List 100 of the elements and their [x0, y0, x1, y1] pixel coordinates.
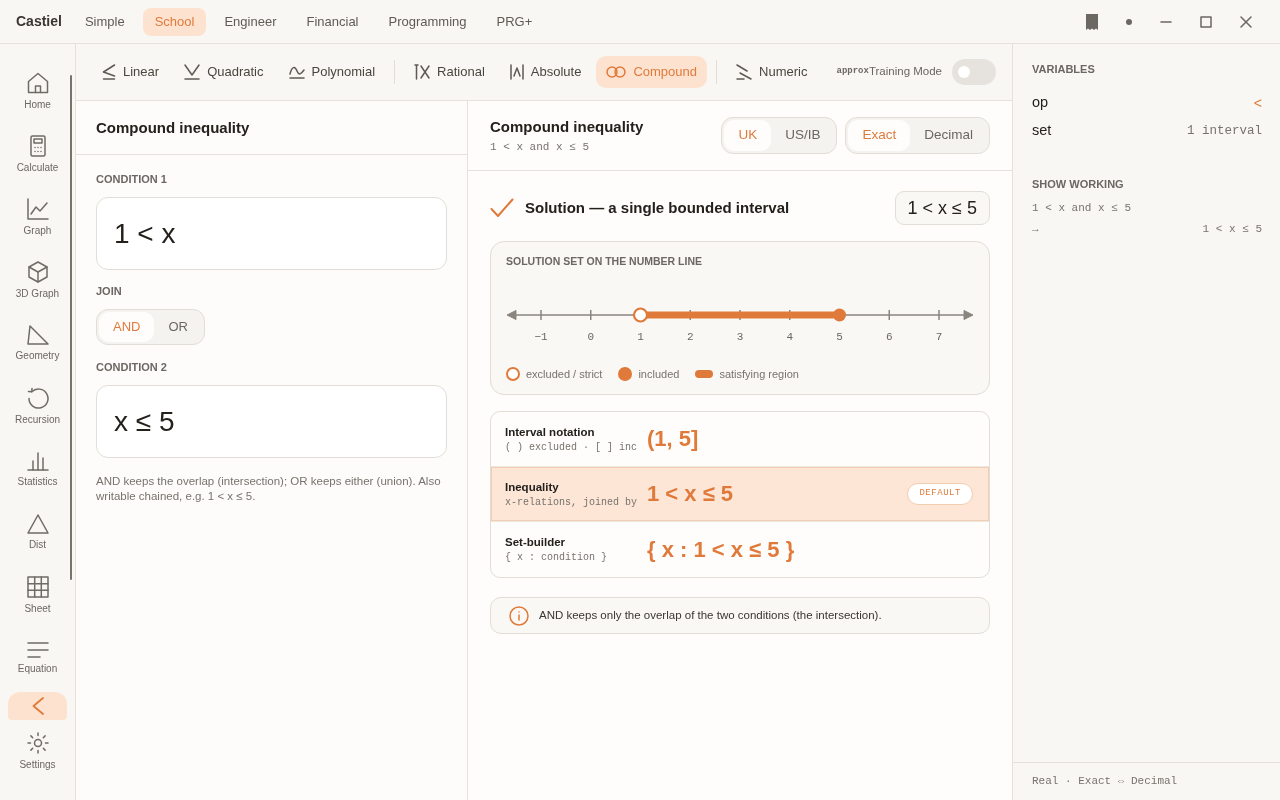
sidebar-item[interactable]: Geometry — [0, 312, 75, 375]
status-bar: Real · Exact ⇔ Decimal — [1013, 762, 1280, 800]
variable-value: 1 interval — [1187, 122, 1262, 140]
triangle-icon — [26, 514, 49, 534]
right-triangle-icon — [26, 325, 49, 345]
notation-hint: ( ) excluded · [ ] inc — [505, 440, 639, 454]
sidebar-item[interactable]: Statistics — [0, 438, 75, 501]
line-chart-icon — [26, 198, 49, 220]
bar-chart-icon — [26, 451, 49, 471]
notation-hint: x-relations, joined by — [505, 495, 639, 509]
variable-value: < — [1253, 93, 1262, 113]
rings-icon — [606, 66, 627, 78]
notation-hint: { x : condition } — [505, 551, 609, 564]
help-text: AND keeps the overlap (intersection); OR keeps either (union). Also writable chained, e.g. 1 < x ≤ 5. — [96, 474, 442, 503]
tool-tab[interactable]: Rational — [404, 56, 495, 88]
working-result: 1 < x ≤ 5 — [1202, 222, 1262, 238]
field-label: JOIN — [96, 285, 123, 297]
panel-title: Compound inequality — [490, 117, 644, 136]
default-tag: DEFAULT — [907, 483, 973, 505]
settings-icon — [26, 732, 49, 754]
sidebar-item[interactable]: Dist — [0, 501, 75, 564]
sidebar-item[interactable]: Home — [0, 60, 75, 123]
bar-swatch-icon — [695, 370, 714, 378]
segment-option[interactable]: Decimal — [910, 120, 987, 151]
segment-option[interactable]: US/IB — [771, 120, 835, 151]
tool-tab[interactable]: Numeric — [726, 56, 818, 88]
collapse-button[interactable] — [8, 692, 67, 720]
slanted-lines-icon — [736, 64, 752, 80]
notation-name: Interval notation — [505, 424, 596, 439]
receipt-icon[interactable] — [1086, 13, 1098, 30]
tick-label: 4 — [786, 331, 794, 343]
minimize-icon[interactable] — [1160, 20, 1172, 23]
notation-name: Set-builder — [505, 535, 567, 549]
notation-value: 1 < x ≤ 5 — [647, 481, 734, 507]
training-mode-toggle[interactable] — [952, 59, 996, 85]
calculator-icon — [29, 135, 46, 157]
segment-option[interactable]: AND — [99, 312, 155, 342]
solution-label: Solution — a single bounded interval — [525, 197, 790, 218]
tick-label: 1 — [637, 331, 644, 343]
tool-tab[interactable]: Quadratic — [174, 56, 274, 88]
wave-icon — [288, 65, 305, 79]
approx-tag: approx — [836, 65, 869, 79]
tool-tab[interactable]: Absolute — [499, 56, 592, 88]
angle-icon — [102, 64, 116, 80]
scrollbar-thumb[interactable] — [70, 75, 72, 580]
bars-caret-icon — [509, 64, 524, 80]
sidebar-item[interactable]: Graph — [0, 186, 75, 249]
mode-tab[interactable]: Financial — [294, 7, 371, 36]
mode-tab[interactable]: PRG+ — [484, 7, 545, 36]
v-shape-icon — [184, 64, 201, 80]
panel-title: Compound inequality — [96, 118, 250, 137]
solution-value: 1 < x ≤ 5 — [894, 191, 990, 225]
close-icon[interactable] — [1240, 15, 1252, 28]
tick-label: 5 — [836, 331, 843, 343]
chevron-left-icon — [31, 697, 44, 715]
sidebar-item[interactable]: Calculate — [0, 123, 75, 186]
sidebar-item[interactable]: Recursion — [0, 375, 75, 438]
circular-arrow-icon — [26, 387, 49, 409]
variable-name: set — [1032, 121, 1052, 141]
mode-tab[interactable]: Simple — [72, 7, 137, 36]
notation-value: (1, 5] — [647, 426, 699, 452]
filled-circle-icon — [618, 367, 633, 381]
segment-option[interactable]: UK — [724, 120, 772, 151]
home-icon — [26, 72, 49, 94]
tick-label: 0 — [587, 331, 595, 343]
lines-icon — [26, 642, 49, 658]
sidebar-item[interactable]: Sheet — [0, 564, 75, 627]
grid-icon — [26, 576, 49, 598]
sidebar-item[interactable]: Settings — [0, 720, 75, 783]
field-label: CONDITION 2 — [96, 361, 168, 373]
result-arrow: → — [1032, 222, 1039, 238]
check-icon — [490, 198, 514, 218]
field-label: CONDITION 1 — [96, 173, 168, 185]
training-mode-label: Training Mode — [868, 64, 942, 80]
legend-label: satisfying region — [719, 366, 799, 382]
cube-icon — [27, 261, 48, 283]
condition-input[interactable]: 1 < x — [96, 197, 447, 270]
notation-option[interactable]: Set-builder { x : condition } { x : 1 < x ≤ 5 } — [491, 522, 989, 577]
tool-tab[interactable]: Polynomial — [278, 56, 386, 88]
tool-tab[interactable]: Linear — [92, 56, 170, 88]
mode-tab[interactable]: Engineer — [212, 7, 289, 36]
segment-option[interactable]: Exact — [848, 120, 911, 151]
tick-label: 6 — [885, 331, 893, 343]
note-text: AND keeps only the overlap of the two conditions (the intersection). — [539, 607, 882, 623]
tick-label: 3 — [736, 331, 744, 343]
card-title: SOLUTION SET ON THE NUMBER LINE — [506, 255, 703, 267]
sidebar-item[interactable]: Equation — [0, 627, 75, 690]
sidebar-item[interactable]: 3D Graph — [0, 249, 75, 312]
mode-tab[interactable]: Programming — [376, 7, 479, 36]
condition-input[interactable]: x ≤ 5 — [96, 385, 447, 458]
notation-value: { x : 1 < x ≤ 5 } — [647, 536, 795, 563]
legend-label: included — [638, 366, 680, 382]
info-icon — [509, 605, 529, 626]
section-heading: VARIABLES — [1032, 63, 1096, 75]
legend-label: excluded / strict — [526, 366, 603, 382]
dot-icon[interactable] — [1126, 18, 1132, 25]
app-name: Castiel — [16, 12, 62, 31]
notation-name: Inequality — [505, 479, 560, 494]
segment-option[interactable]: OR — [154, 312, 202, 342]
maximize-icon[interactable] — [1200, 15, 1212, 28]
